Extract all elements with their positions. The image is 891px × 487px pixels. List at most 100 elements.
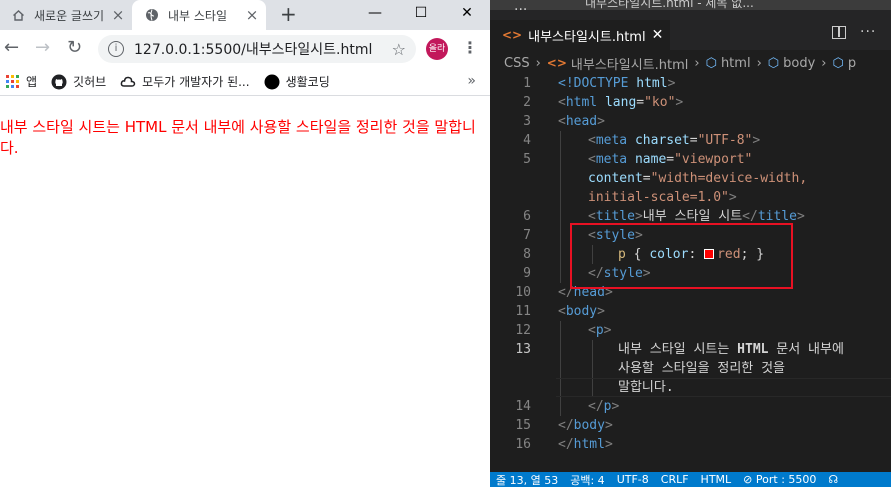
- breadcrumb-html[interactable]: html: [721, 56, 751, 71]
- chevron-right-icon: ›: [535, 55, 541, 71]
- code-token: "width=device-width,: [650, 171, 808, 186]
- code-token: html: [565, 95, 598, 110]
- blocked-circle-icon: ⊘: [743, 473, 753, 486]
- screen: 새로운 글쓰기 × 내부 스타일 × + — ☐ ✕ ← → ↻ i 127.0…: [0, 0, 891, 487]
- line-number: 10: [515, 285, 531, 300]
- code-line-13-wrap: 사용할 스타일을 정리한 것을: [618, 361, 786, 376]
- browser-tab-new-post[interactable]: 새로운 글쓰기 ×: [0, 0, 132, 30]
- editor-tab[interactable]: <> 내부스타일시트.html ✕: [490, 20, 670, 50]
- code-token: =: [636, 95, 645, 110]
- line-number: 6: [523, 209, 531, 224]
- code-token: >: [597, 114, 605, 129]
- chevron-right-icon: ›: [756, 55, 762, 71]
- window-title: 내부스타일시트.html - 제목 없...: [585, 0, 754, 10]
- bookmark-everyone-developer[interactable]: 모두가 개발자가 된...: [120, 73, 250, 90]
- code-token: <: [558, 95, 566, 110]
- more-bookmarks-icon[interactable]: »: [467, 73, 476, 89]
- close-icon[interactable]: ×: [244, 6, 260, 24]
- code-token: "viewport": [674, 152, 753, 167]
- bookmark-apps[interactable]: 앱: [6, 73, 37, 90]
- reload-icon[interactable]: ↻: [67, 38, 82, 58]
- bookmark-opentutorials[interactable]: 생활코딩: [264, 73, 330, 90]
- code-token: <: [558, 304, 566, 319]
- code-token: meta: [595, 133, 628, 148]
- breadcrumb-file[interactable]: 내부스타일시트.html: [571, 54, 688, 73]
- minimize-button[interactable]: —: [352, 0, 398, 30]
- address-bar[interactable]: i 127.0.0.1:5500/내부스타일시트.html ☆: [98, 35, 416, 63]
- code-token: 내부 스타일 시트는: [618, 342, 738, 357]
- code-token: content: [588, 171, 643, 186]
- line-number: 16: [515, 437, 531, 452]
- globe-icon: [144, 7, 160, 23]
- back-arrow-icon[interactable]: ←: [4, 38, 19, 58]
- code-line-2: <html lang="ko">: [558, 93, 683, 112]
- code-token: body: [573, 418, 605, 433]
- code-token: >: [604, 437, 613, 452]
- bookmark-label: 깃허브: [73, 75, 107, 89]
- line-number: 13: [515, 342, 531, 357]
- close-icon[interactable]: ✕: [652, 27, 664, 43]
- code-token: >: [597, 304, 605, 319]
- code-line-14: </p>: [588, 397, 619, 416]
- language-mode[interactable]: HTML: [701, 473, 732, 486]
- code-token: "UTF-8": [697, 133, 753, 148]
- url-text[interactable]: 127.0.0.1:5500/내부스타일시트.html: [134, 39, 392, 59]
- html-file-icon: <>: [546, 56, 567, 70]
- cursor-position[interactable]: 줄 13, 열 53: [496, 472, 558, 487]
- code-token: >: [603, 323, 612, 338]
- live-server-port[interactable]: ⊘ Port : 5500: [743, 473, 816, 486]
- line-number: 7: [523, 228, 531, 243]
- line-number: 12: [515, 323, 531, 338]
- code-token: html: [573, 437, 605, 452]
- vscode-title-bar: 내부스타일시트.html - 제목 없...: [490, 0, 891, 10]
- browser-window: 새로운 글쓰기 × 내부 스타일 × + — ☐ ✕ ← → ↻ i 127.0…: [0, 0, 490, 487]
- new-tab-button[interactable]: +: [280, 3, 297, 25]
- code-token: p: [595, 323, 604, 338]
- code-token: =: [689, 133, 698, 148]
- profile-avatar[interactable]: 올라: [426, 38, 448, 60]
- code-line-1: <!DOCTYPE html>: [558, 74, 675, 93]
- eol-status[interactable]: CRLF: [661, 473, 689, 486]
- code-token: </: [588, 399, 604, 414]
- breadcrumb-folder[interactable]: CSS: [504, 56, 530, 71]
- indentation-status[interactable]: 공백: 4: [570, 472, 604, 487]
- more-actions-icon[interactable]: ···: [860, 24, 876, 40]
- feedback-icon[interactable]: ☊: [828, 473, 838, 486]
- line-number: 11: [515, 304, 531, 319]
- code-token: "ko": [644, 95, 676, 110]
- close-icon[interactable]: ×: [110, 6, 126, 24]
- browser-tab-internal-style[interactable]: 내부 스타일 ×: [132, 0, 266, 30]
- black-circle-icon: [264, 74, 280, 90]
- split-editor-icon[interactable]: [832, 26, 846, 39]
- ellipsis-icon[interactable]: ···: [514, 2, 527, 18]
- code-token: >: [728, 190, 737, 205]
- info-icon[interactable]: i: [108, 41, 124, 57]
- code-token: title: [595, 209, 635, 224]
- code-token: >: [796, 209, 805, 224]
- vscode-window: 내부스타일시트.html - 제목 없... ··· <> 내부스타일시트.ht…: [490, 0, 891, 487]
- kebab-menu-icon[interactable]: ⋮: [462, 39, 478, 57]
- home-icon: [10, 7, 26, 23]
- editor-tab-bar: ··· <> 내부스타일시트.html ✕ ···: [490, 2, 891, 50]
- code-token: </: [558, 437, 574, 452]
- encoding-status[interactable]: UTF-8: [617, 473, 649, 486]
- maximize-button[interactable]: ☐: [398, 0, 444, 30]
- code-editor[interactable]: 1 2 3 4 5 6 7 8 9 10 11 12 13 14 15 16 <…: [490, 74, 891, 472]
- code-token: <: [588, 152, 596, 167]
- breadcrumb-p[interactable]: p: [848, 56, 856, 71]
- bookmark-github[interactable]: 깃허브: [51, 73, 106, 90]
- code-token: <: [588, 209, 596, 224]
- forward-arrow-icon[interactable]: →: [35, 38, 50, 58]
- bookmark-star-icon[interactable]: ☆: [392, 40, 406, 59]
- code-token: <: [588, 323, 596, 338]
- element-icon: ⬡: [767, 55, 780, 71]
- chevron-right-icon: ›: [821, 55, 827, 71]
- code-token: <!DOCTYPE: [558, 76, 637, 91]
- close-window-button[interactable]: ✕: [444, 0, 490, 30]
- line-number: 14: [515, 399, 531, 414]
- code-token: meta: [595, 152, 628, 167]
- code-token: lang: [604, 95, 637, 110]
- breadcrumb-body[interactable]: body: [783, 56, 815, 71]
